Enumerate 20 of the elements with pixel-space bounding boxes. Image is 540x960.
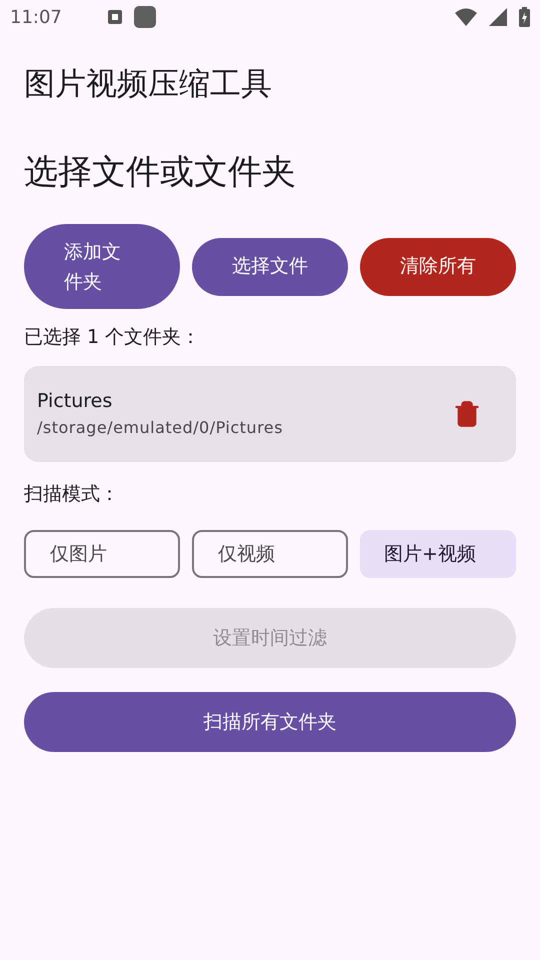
- signal-icon: [489, 8, 507, 26]
- app-icon: [134, 6, 156, 28]
- app-title: 图片视频压缩工具: [24, 65, 273, 104]
- selection-count: 已选择 1 个文件夹：: [24, 325, 202, 350]
- wifi-icon: [455, 8, 477, 26]
- folder-path: /storage/emulated/0/Pictures: [37, 416, 284, 439]
- scan-mode-chip[interactable]: 仅图片: [24, 530, 180, 578]
- scan-mode-chip[interactable]: 仅视频: [192, 530, 348, 578]
- action-button[interactable]: 添加文件夹: [24, 224, 180, 309]
- clear-all-button[interactable]: 清除所有: [360, 238, 516, 296]
- keyboard-icon: [108, 10, 122, 24]
- status-time: 11:07: [10, 6, 62, 30]
- scan-mode-label: 扫描模式：: [24, 482, 120, 506]
- folder-name: Pictures: [37, 389, 114, 414]
- scan-mode-chip[interactable]: 图片+视频: [360, 530, 516, 578]
- delete-icon[interactable]: [453, 400, 481, 428]
- scan-button[interactable]: 扫描所有文件夹: [24, 692, 516, 752]
- section-title: 选择文件或文件夹: [24, 151, 297, 194]
- action-button[interactable]: 选择文件: [192, 238, 348, 296]
- battery-icon: [519, 7, 530, 27]
